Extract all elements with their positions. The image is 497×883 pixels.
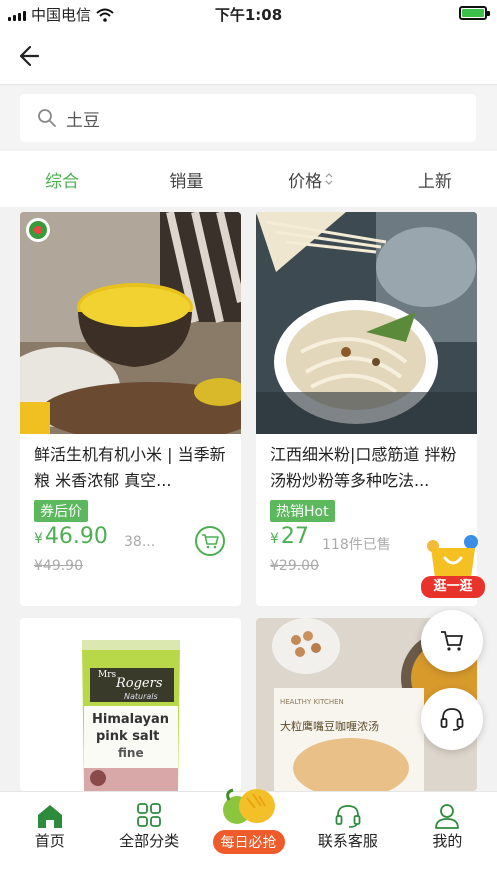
promo-tag: 热销Hot [270,500,335,522]
user-icon [435,804,460,829]
nav-label: 全部分类 [119,832,180,850]
tab-label: 销量 [169,171,204,192]
nav-customer-service[interactable]: 联系客服 [298,792,397,883]
cart-icon [202,534,219,549]
nav-categories[interactable]: 全部分类 [99,792,198,883]
nav-profile[interactable]: 我的 [398,792,497,883]
product-title: 鲜活生机有机小米 | 当季新粮 米香浓郁 真空... [34,445,226,490]
search-area: 土豆 [0,86,497,150]
promo-tag: 券后价 [34,500,88,522]
nav-label: 联系客服 [317,832,378,850]
sold-count: 38... [124,534,156,550]
shopping-bag-icon [427,535,478,578]
nav-label: 首页 [34,832,65,850]
price: ¥27 [270,524,309,549]
cart-icon [441,631,463,651]
status-bar: 中国电信 下午1:08 [0,0,497,28]
package-sub-text: Naturals [124,692,158,701]
tab-label: 上新 [417,171,452,192]
floating-cart-button[interactable] [421,610,483,672]
status-time: 下午1:08 [214,6,283,24]
floating-service-button[interactable] [421,688,483,750]
bottom-nav: 首页 全部分类 每日必抢 联系客服 我的 [0,788,497,883]
stroll-button[interactable]: 逛一逛 [421,532,485,598]
package-text: pink salt [96,729,160,744]
back-arrow-icon[interactable] [16,42,48,70]
tab-price[interactable]: 价格 [249,151,373,207]
search-icon [38,109,56,127]
product-card[interactable]: Mrs Rogers Naturals Himalayan pink salt … [20,618,241,791]
nav-header [0,28,497,85]
tab-comprehensive[interactable]: 综合 [0,151,124,207]
headset-icon [440,708,464,731]
add-to-cart-button[interactable] [195,526,225,556]
grid-icon [137,803,162,827]
headset-icon [335,805,361,828]
package-text: Himalayan [92,712,169,727]
product-image [20,212,241,434]
search-query: 土豆 [66,111,100,131]
nav-label: 我的 [432,832,463,850]
mango-icon [222,788,275,824]
product-image: Mrs Rogers Naturals Himalayan pink salt … [20,618,241,791]
battery-icon [459,6,490,20]
daily-deals-badge: 每日必抢 [212,830,285,854]
tab-newest[interactable]: 上新 [373,151,497,207]
product-card[interactable]: 鲜活生机有机小米 | 当季新粮 米香浓郁 真空... 券后价 ¥46.90 38… [20,212,241,606]
tab-label: 价格 [288,171,323,192]
sort-arrows-icon [325,173,333,185]
package-brand-text: Rogers [116,676,163,691]
price: ¥46.90 [34,524,108,549]
package-text: fine [118,746,144,760]
product-title: 江西细米粉|口感筋道 拌粉汤粉炒粉等多种吃法... [270,445,457,490]
sold-count: 118件已售 [322,537,391,553]
tab-label: 综合 [45,171,80,192]
package-text: 大粒鹰嘴豆咖喱浓汤 [280,720,379,733]
original-price: ¥49.90 [34,558,83,574]
stroll-label: 逛一逛 [421,576,485,598]
tab-sales[interactable]: 销量 [124,151,248,207]
nav-home[interactable]: 首页 [0,792,99,883]
package-brand-text: HEALTHY KITCHEN [280,698,344,706]
home-icon [37,805,62,828]
search-input[interactable]: 土豆 [20,94,476,142]
package-brand-text: Mrs [98,670,117,680]
sort-tabs: 综合 销量 价格 上新 [0,151,497,207]
nav-daily-deals[interactable]: 每日必抢 [199,788,298,883]
product-image [256,212,477,434]
